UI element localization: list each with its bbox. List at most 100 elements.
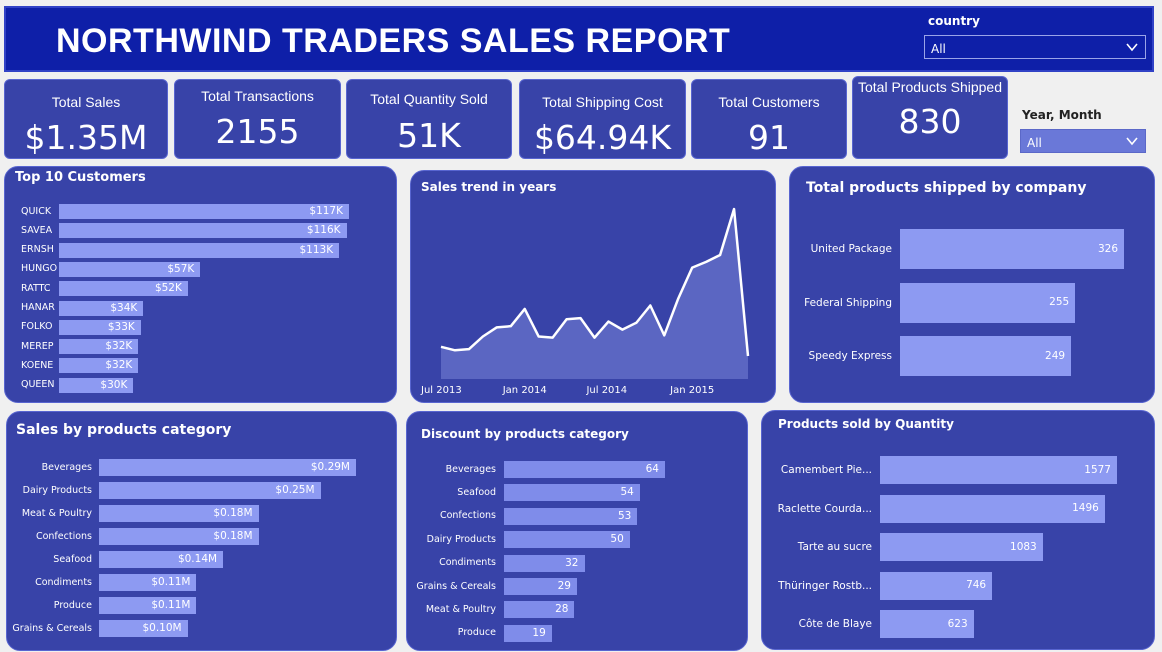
bar-category-label: Seafood (457, 486, 496, 498)
bar-value-label: $32K (105, 340, 133, 353)
kpi-total-products-shipped: Total Products Shipped 830 (852, 76, 1008, 159)
bar-value-label: $52K (154, 282, 182, 295)
sales-trend-chart: Jul 2013 Jan 2014 Jul 2014 Jan 2015 (420, 207, 750, 396)
bar-category-label: Tarte au sucre (797, 541, 872, 553)
bar-value-label: 1577 (1084, 463, 1111, 476)
bar-category-label: Seafood (53, 553, 92, 565)
bar-category-label: RATTC (21, 282, 51, 294)
bar-category-label: HANAR (21, 302, 55, 313)
country-slicer-label: country (928, 14, 980, 28)
bar-category-label: Confections (35, 530, 92, 542)
bar-category-label: Condiments (439, 557, 496, 569)
bar-category-label: Produce (457, 627, 496, 639)
kpi-value: 830 (898, 102, 962, 141)
bar-value-label: $33K (107, 320, 135, 333)
kpi-total-sales: Total Sales $1.35M (4, 79, 168, 159)
bar-category-label: Speedy Express (808, 350, 892, 362)
shipped-by-company-panel: Total products shipped by company United… (789, 166, 1155, 403)
bar-value-label: 623 (947, 617, 968, 630)
chart-title: Total products shipped by company (806, 180, 1087, 196)
bar-value-label: $32K (105, 359, 133, 372)
country-dropdown-value: All (931, 42, 946, 56)
kpi-total-shipping-cost: Total Shipping Cost $64.94K (519, 79, 686, 159)
kpi-label: Total Products Shipped (858, 79, 1002, 95)
bar-category-label: Produce (53, 599, 92, 611)
bar-category-label: SAVEA (21, 224, 53, 236)
bar-category-label: HUNGO (21, 263, 58, 275)
bar-category-label: Grains & Cereals (12, 622, 92, 634)
bar-category-label: FOLKO (21, 321, 53, 333)
bar-category-label: Federal Shipping (804, 296, 892, 309)
kpi-label: Total Customers (718, 94, 820, 110)
chevron-down-icon (1126, 137, 1138, 146)
bar-value-label: 746 (966, 579, 987, 591)
products-by-quantity-panel: Products sold by Quantity Camembert Pie.… (761, 410, 1155, 650)
bar-value-label: 249 (1045, 349, 1066, 362)
bar-category-label: QUICK (21, 205, 52, 217)
bar-value-label: $117K (309, 205, 343, 217)
bar-value-label: 326 (1097, 242, 1118, 255)
bar-value-label: $0.29M (310, 461, 350, 473)
year-month-dropdown-value: All (1027, 136, 1042, 150)
kpi-value: 51K (397, 116, 461, 155)
bar-value-label: 50 (610, 533, 624, 546)
bar-value-label: 29 (557, 580, 571, 592)
kpi-total-transactions: Total Transactions 2155 (174, 79, 341, 159)
bar-value-label: 28 (555, 603, 569, 616)
bar-value-label: 1496 (1072, 502, 1099, 514)
bar-category-label: Condiments (35, 576, 92, 588)
bar-category-label: Beverages (445, 463, 496, 475)
chevron-down-icon (1126, 43, 1138, 52)
country-dropdown[interactable]: All (924, 35, 1146, 59)
x-tick-label: Jan 2014 (502, 385, 547, 396)
bar-value-label: $30K (100, 378, 128, 391)
bar-value-label: 19 (532, 626, 546, 639)
kpi-value: $1.35M (24, 118, 148, 157)
bar-value-label: $0.11M (151, 599, 191, 611)
chart-title: Top 10 Customers (15, 170, 146, 185)
year-month-dropdown[interactable]: All (1020, 129, 1146, 153)
kpi-value: 91 (748, 118, 790, 157)
kpi-label: Total Quantity Sold (370, 91, 488, 107)
bar-value-label: 64 (645, 463, 659, 475)
bar-value-label: 32 (565, 556, 579, 569)
bar-category-label: Confections (439, 510, 496, 522)
x-tick-label: Jul 2013 (420, 385, 462, 396)
sales-trend-area (441, 209, 748, 379)
bar-value-label: $0.10M (142, 622, 182, 634)
x-tick-label: Jul 2014 (585, 385, 627, 396)
bar-value-label: 255 (1049, 296, 1070, 308)
bar-value-label: $0.18M (213, 507, 253, 519)
top-customers-panel: Top 10 Customers QUICK $117K SAVEA $116K ERN… (4, 166, 397, 403)
bar-category-label: Thüringer Rostb... (778, 579, 872, 592)
bar-category-label: MEREP (21, 340, 54, 352)
chart-title: Discount by products category (421, 427, 629, 441)
sales-by-category-panel: Sales by products category Beverages $0.2… (6, 411, 397, 651)
chart-title: Sales by products category (16, 422, 232, 438)
bar-category-label: Camembert Pie... (780, 464, 872, 476)
kpi-total-customers: Total Customers 91 (691, 79, 847, 159)
discount-by-category-panel: Discount by products category Beverages 6… (406, 411, 748, 651)
bar-category-label: Côte de Blaye (798, 618, 872, 630)
bar-category-label: Raclette Courda... (777, 502, 872, 515)
bar-category-label: Meat & Poultry (425, 603, 496, 615)
bar-category-label: Dairy Products (426, 533, 496, 545)
bar-value-label: $113K (299, 243, 334, 256)
kpi-value: $64.94K (533, 118, 672, 157)
bar-category-label: United Package (810, 243, 892, 255)
bar-value-label: 54 (620, 486, 634, 499)
bar-value-label: $116K (306, 224, 341, 237)
sales-trend-panel: Sales trend in years Jul 2013 Jan 2014 Jul… (410, 170, 776, 403)
bar-value-label: $0.14M (177, 553, 218, 565)
kpi-label: Total Transactions (201, 88, 314, 104)
bar-category-label: Beverages (41, 461, 92, 473)
bar-value-label: 1083 (1010, 540, 1037, 553)
bar-category-label: QUEEN (21, 379, 55, 391)
bar-category-label: Dairy Products (22, 484, 92, 496)
bar-value-label: 53 (617, 509, 632, 522)
bar-category-label: Meat & Poultry (21, 507, 92, 519)
bar-category-label: ERNSH (21, 244, 54, 256)
x-tick-label: Jan 2015 (669, 385, 714, 396)
bar-value-label: $34K (110, 301, 138, 314)
chart-title: Products sold by Quantity (778, 417, 954, 431)
